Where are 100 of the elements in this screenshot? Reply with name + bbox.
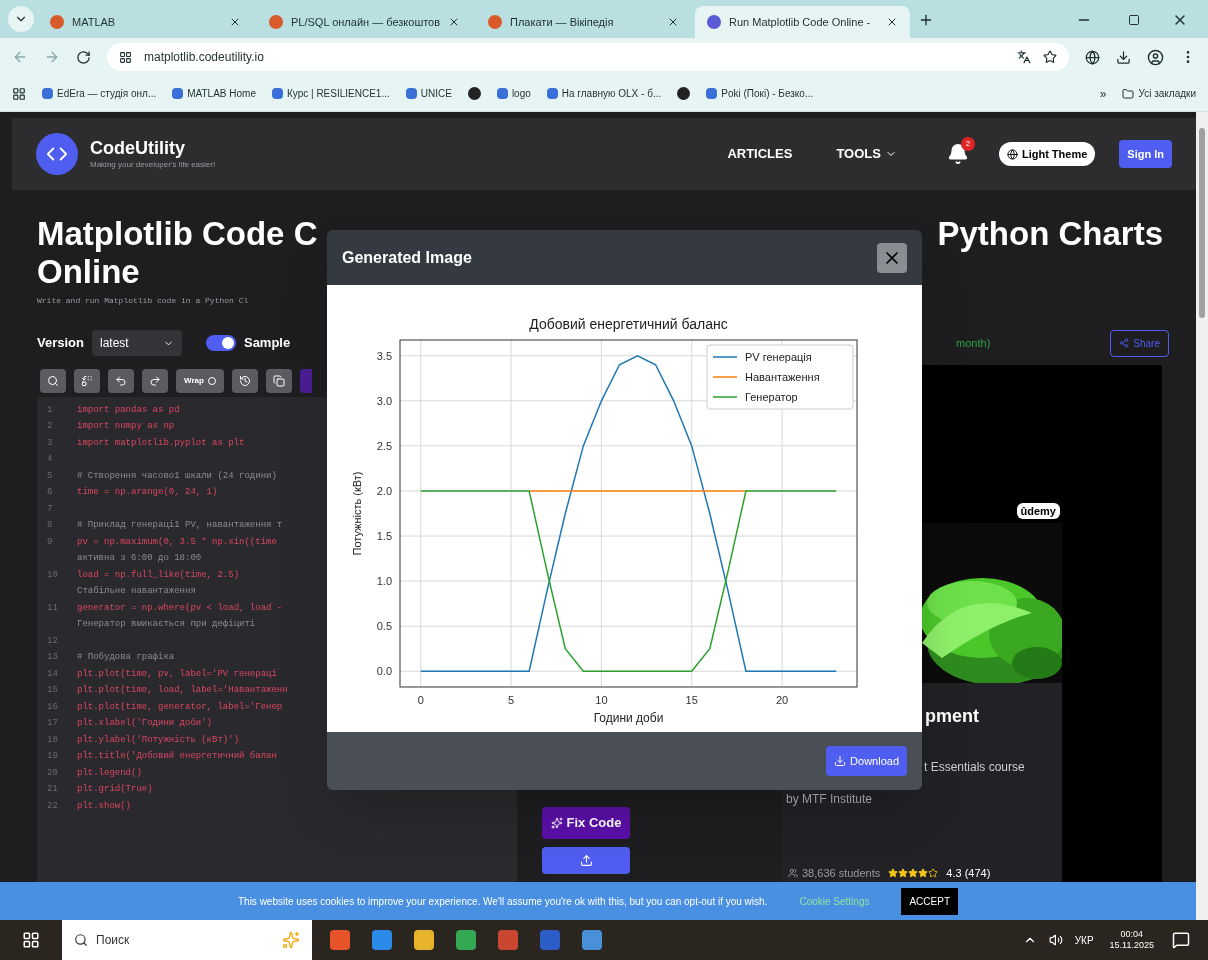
monitor-icon[interactable]: [372, 930, 392, 950]
page-subtitle: Write and run Matplotlib code in a Python Cl: [37, 295, 249, 307]
favicon: [496, 88, 508, 99]
line-number: 13: [47, 652, 58, 662]
page-title: Online: [37, 253, 140, 291]
sparkle-icon: [550, 817, 563, 829]
x-axis-label: Години доби: [593, 711, 664, 725]
code-line: pv = np.maximum(0, 3.5 * np.sin((time: [77, 535, 277, 549]
apps-icon[interactable]: [12, 86, 26, 101]
bookmark-link[interactable]: Poki (Покі) - Безко...: [721, 86, 814, 101]
code-line: plt.plot(time, pv, label='PV генераці: [77, 667, 277, 681]
line-number: 16: [47, 701, 58, 712]
history-button[interactable]: [231, 369, 258, 393]
address-bar[interactable]: matplotlib.codeutility.io: [107, 43, 1069, 71]
favicon: [546, 88, 558, 99]
sign-in-button[interactable]: Sign In: [1119, 139, 1172, 169]
folder-icon: [1122, 87, 1135, 100]
browser-tab[interactable]: MATLAB: [38, 6, 253, 38]
tick-label: 0.0: [376, 665, 392, 678]
favicon: [488, 15, 502, 29]
tick-label: 2.0: [376, 484, 392, 497]
translate-icon[interactable]: [1017, 50, 1031, 64]
language-indicator[interactable]: УКР: [1074, 932, 1094, 948]
bookmark-icon[interactable]: [677, 87, 691, 100]
line-number: 5: [47, 470, 53, 481]
favicon: [50, 15, 64, 29]
legend-label: Генератор: [745, 391, 798, 403]
more-bookmarks[interactable]: »: [1099, 84, 1107, 103]
bookmark-icon[interactable]: [467, 87, 481, 100]
logo-icon: [36, 133, 78, 175]
history-icon: [238, 375, 251, 387]
tab-title: Плакати — Вікіпедія: [510, 14, 615, 30]
reload-icon[interactable]: [76, 49, 91, 65]
nav-link[interactable]: ARTICLES: [727, 144, 793, 164]
replace-button[interactable]: [74, 369, 100, 393]
bookmark-link[interactable]: UNICE: [420, 86, 452, 101]
line-number: 1: [47, 404, 53, 415]
line-number: 21: [47, 784, 58, 794]
wrap-toggle[interactable]: Wrap: [176, 369, 224, 393]
close-button[interactable]: [877, 242, 907, 273]
download-button[interactable]: Download: [826, 745, 907, 777]
app-icon[interactable]: [330, 930, 350, 950]
version-select[interactable]: latest: [91, 330, 182, 356]
copy-button[interactable]: [265, 369, 292, 393]
new-tab-icon[interactable]: [918, 12, 934, 28]
line-number: 19: [47, 751, 58, 761]
bookmark-star-icon[interactable]: [1043, 50, 1057, 64]
tick-label: 10: [595, 694, 608, 706]
windows-start-icon[interactable]: [22, 931, 40, 949]
close-icon[interactable]: [229, 16, 241, 28]
extension-icon[interactable]: [1085, 49, 1100, 65]
code-line: load = np.full_like(time, 2.5): [77, 568, 240, 582]
code-comment: Стабільне навантаження: [77, 585, 196, 598]
favicon: [707, 15, 721, 29]
close-icon[interactable]: [448, 16, 460, 28]
search-button[interactable]: [40, 369, 66, 393]
sample-toggle[interactable]: [205, 335, 236, 351]
fix-code-button[interactable]: Fix Code: [542, 807, 630, 839]
line-number: 20: [47, 767, 58, 778]
nav-link[interactable]: TOOLS: [836, 144, 881, 164]
tick-label: 0: [417, 694, 424, 706]
code-comment: активна з 6:00 до 18:00: [77, 552, 202, 565]
bookmark-link[interactable]: Курс | RESILIENCE1...: [286, 86, 390, 101]
code-comment: Генератор вмикається при дефіциті: [77, 618, 256, 631]
redo-button[interactable]: [142, 369, 168, 393]
stats-text: month): [956, 335, 991, 351]
accept-button[interactable]: ACCEPT: [901, 887, 958, 915]
all-bookmarks[interactable]: Усі закладки: [1138, 86, 1196, 101]
folder-icon[interactable]: [414, 930, 434, 950]
bookmark-link[interactable]: EdEra — студія онл...: [57, 86, 157, 101]
tick-label: 2.5: [376, 439, 392, 452]
tab-title: Run Matplotlib Code Online -: [729, 14, 872, 30]
notification-button[interactable]: 2: [940, 137, 975, 171]
code-line: plt.show(): [77, 799, 131, 813]
volume-icon[interactable]: [1048, 933, 1063, 947]
browser-tab[interactable]: PL/SQL онлайн — безкоштов: [257, 6, 472, 38]
profile-icon[interactable]: [1147, 48, 1164, 66]
download-icon[interactable]: [1116, 49, 1131, 65]
bookmark-link[interactable]: MATLAB Home: [187, 86, 256, 101]
people-icon: [788, 867, 798, 878]
line-number: 11: [47, 602, 58, 613]
browser-tab[interactable]: Плакати — Вікіпедія: [476, 6, 691, 38]
bookmark-link[interactable]: На главную OLX - б...: [561, 86, 662, 101]
course-description: t Essentials course: [924, 759, 1025, 776]
theme-button[interactable]: Light Theme: [998, 141, 1096, 167]
browser-tab[interactable]: Run Matplotlib Code Online -: [695, 6, 910, 38]
close-icon[interactable]: [886, 16, 898, 28]
taskbar-search[interactable]: Поиск: [62, 920, 312, 960]
version-label: Version: [37, 334, 84, 353]
image-icon[interactable]: [582, 930, 602, 950]
undo-button[interactable]: [108, 369, 134, 393]
redo-icon: [149, 375, 161, 387]
site-info-icon: [119, 50, 132, 64]
tick-label: 1.0: [376, 575, 392, 588]
browser-icon[interactable]: [456, 930, 476, 950]
maximize-icon[interactable]: [1128, 14, 1140, 26]
bookmark-link[interactable]: logo: [511, 86, 531, 101]
notifications-icon[interactable]: [1172, 931, 1190, 949]
tick-label: 15: [685, 694, 698, 706]
close-icon[interactable]: [667, 16, 679, 28]
